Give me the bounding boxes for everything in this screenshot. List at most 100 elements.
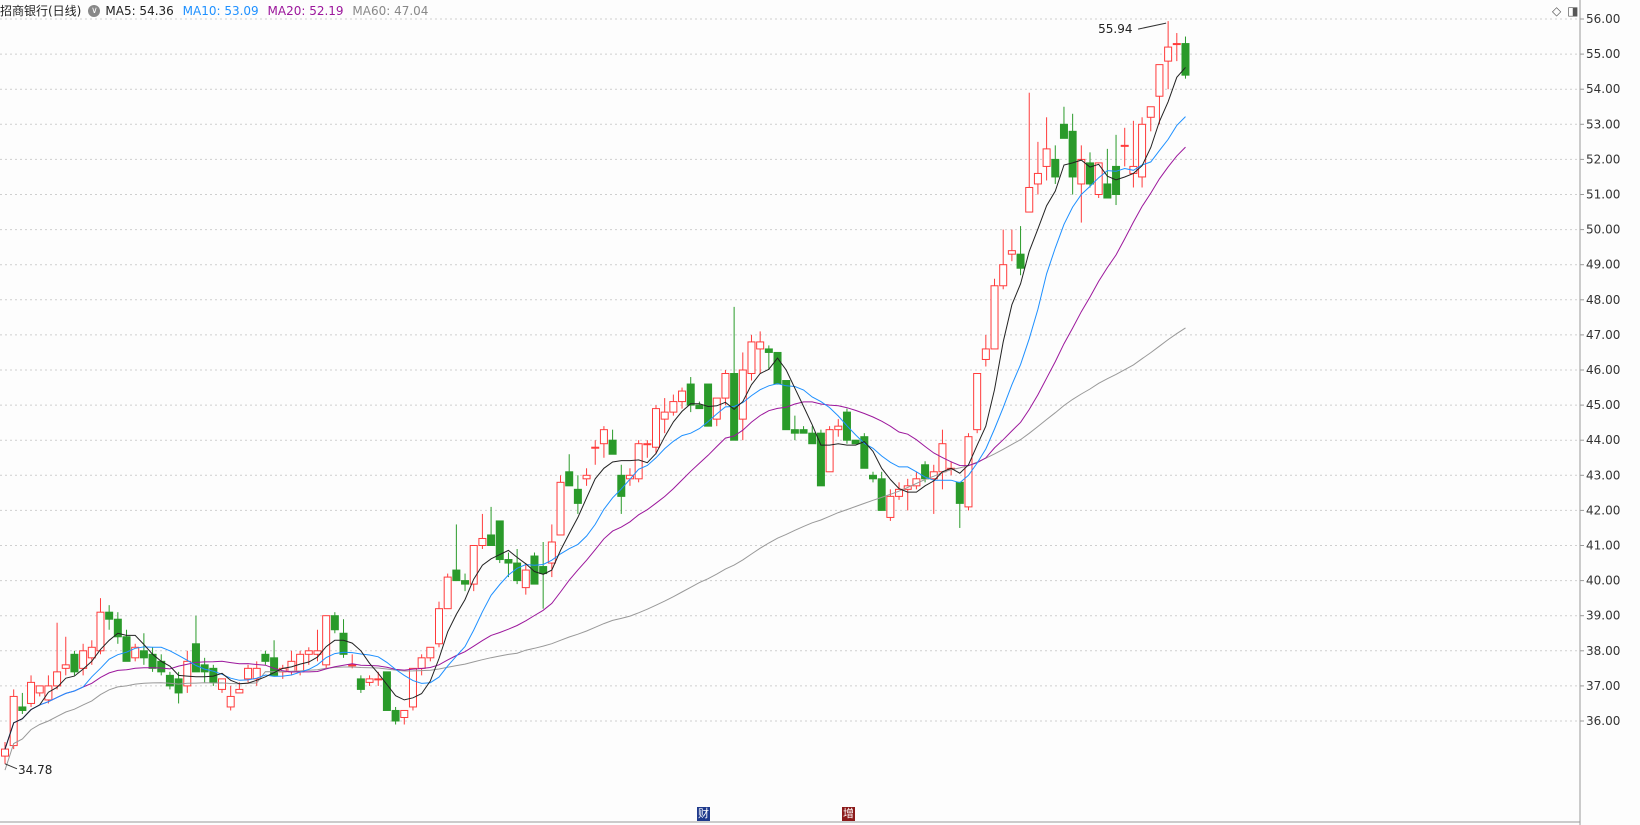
y-tick-label: 40.00 [1586,574,1620,588]
y-tick-label: 39.00 [1586,609,1620,623]
event-marker-finance[interactable]: 财 [697,807,710,821]
candle-up [348,664,357,667]
candlestick-chart[interactable]: 56.00 55.00 54.00 53.00 52.00 51.00 50.00 49.00… [0,0,1640,825]
candle-down [955,481,964,504]
candle-down [261,653,270,662]
candle-down [782,380,791,431]
candle-down [530,555,539,585]
candle-up [417,657,426,669]
candle-up [35,685,44,694]
candle-down [686,383,695,406]
candle-down [764,348,773,353]
candle-up [53,671,62,687]
y-tick-label: 47.00 [1586,328,1620,342]
candle-up [226,695,235,708]
y-tick-label: 49.00 [1586,258,1620,272]
candle-up [643,443,652,446]
candle-down [799,429,808,434]
candle-up [1033,172,1042,185]
low-label: 34.78 [18,763,52,777]
low-pointer [4,763,18,770]
candle-up [999,264,1008,287]
candle-up [678,390,687,403]
candle-down [695,404,704,410]
candle-up [981,348,990,360]
candle-up [79,650,88,669]
candle-down [773,351,782,385]
candle-down [790,429,799,434]
candle-up [756,341,765,350]
ma10-line [4,116,1186,750]
y-tick-label: 55.00 [1586,47,1620,61]
candle-down [513,562,522,582]
candle-down [191,643,200,673]
y-tick-label: 56.00 [1586,12,1620,26]
y-tick-label: 36.00 [1586,714,1620,728]
y-tick-label: 48.00 [1586,293,1620,307]
candle-up [669,401,678,413]
candle-up [365,678,374,683]
candle-down [452,569,461,582]
y-tick-label: 54.00 [1586,82,1620,96]
candle-up [1155,64,1164,97]
candle-up [1,748,9,757]
ma5-line [4,67,1186,750]
candle-up [27,681,36,704]
candle-up [721,373,730,399]
candle-down [105,611,114,620]
candle-down [869,474,877,480]
candle-down [1103,183,1112,199]
y-tick-label: 43.00 [1586,468,1620,482]
candle-up [96,611,105,652]
event-marker-increase[interactable]: 增 [842,807,855,821]
candle-up [426,646,435,659]
candle-up [825,429,834,473]
candle-down [539,566,548,575]
candle-up [478,537,487,546]
candle-up [1025,186,1034,213]
candle-down [330,615,339,631]
candle-up [1042,148,1051,167]
candle-down [504,559,513,564]
candle-up [1138,123,1147,178]
candle-down [139,650,148,659]
candle-up [652,408,660,448]
candle-up [1164,46,1173,62]
candle-down [573,488,582,504]
candle-down [487,534,496,546]
candle-up [521,569,530,589]
candle-down [851,439,860,445]
candle-up [599,429,608,445]
candle-down [1051,158,1060,178]
y-tick-label: 53.00 [1586,117,1620,131]
candle-up [9,695,18,747]
candle-down [391,709,400,722]
candle-up [400,709,409,718]
candle-up [582,474,591,480]
candle-up [634,443,643,480]
high-pointer [1138,22,1167,30]
candle-up [1077,158,1086,185]
y-tick-label: 50.00 [1586,223,1620,237]
candle-down [816,432,825,487]
candle-down [356,678,365,690]
candle-down [1059,123,1068,139]
candle-up [244,667,253,680]
candle-up [747,341,756,375]
candle-up [435,608,443,645]
y-tick-label: 46.00 [1586,363,1620,377]
candle-down [165,674,174,687]
candle-up [235,688,244,694]
y-tick-label: 37.00 [1586,679,1620,693]
candle-up [61,664,70,669]
y-tick-label: 44.00 [1586,433,1620,447]
candle-down [174,678,183,694]
candle-up [443,576,452,610]
candle-up [834,425,843,431]
candle-up [87,646,96,659]
candle-up [1007,250,1016,255]
candle-down [461,580,470,585]
candle-down [1016,253,1025,269]
candle-down [382,671,391,711]
candle-down [70,653,79,673]
